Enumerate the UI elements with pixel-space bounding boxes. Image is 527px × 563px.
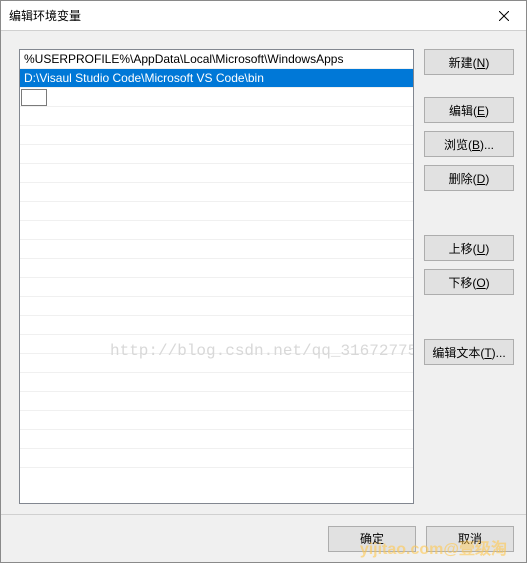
list-item-empty[interactable]: . bbox=[20, 202, 413, 221]
spacer bbox=[424, 303, 514, 331]
path-list[interactable]: %USERPROFILE%\AppData\Local\Microsoft\Wi… bbox=[19, 49, 414, 504]
edit-text-button[interactable]: 编辑文本(T)... bbox=[424, 339, 514, 365]
list-item-empty[interactable]: . bbox=[20, 183, 413, 202]
delete-button[interactable]: 删除(D) bbox=[424, 165, 514, 191]
list-item[interactable]: D:\Visaul Studio Code\Microsoft VS Code\… bbox=[20, 69, 413, 88]
delete-button-label: 删除(D) bbox=[449, 170, 490, 187]
list-item-empty[interactable]: . bbox=[20, 145, 413, 164]
list-item-empty[interactable]: . bbox=[20, 449, 413, 468]
browse-button-label: 浏览(B)... bbox=[444, 136, 494, 153]
list-item-empty[interactable]: . bbox=[20, 430, 413, 449]
list-item-empty[interactable]: . bbox=[20, 278, 413, 297]
list-item-empty[interactable]: . bbox=[20, 373, 413, 392]
footer: 确定 取消 bbox=[1, 514, 526, 562]
edit-button-label: 编辑(E) bbox=[449, 102, 489, 119]
edit-text-button-label: 编辑文本(T)... bbox=[432, 344, 505, 361]
window-title: 编辑环境变量 bbox=[9, 7, 81, 24]
list-item-empty[interactable]: . bbox=[20, 88, 413, 107]
content-area: %USERPROFILE%\AppData\Local\Microsoft\Wi… bbox=[1, 31, 526, 514]
spacer bbox=[424, 83, 514, 89]
close-button[interactable] bbox=[481, 1, 526, 31]
list-item-empty[interactable]: . bbox=[20, 316, 413, 335]
inline-edit-box[interactable] bbox=[21, 89, 47, 106]
close-icon bbox=[499, 11, 509, 21]
new-button[interactable]: 新建(N) bbox=[424, 49, 514, 75]
list-item[interactable]: %USERPROFILE%\AppData\Local\Microsoft\Wi… bbox=[20, 50, 413, 69]
move-down-button-label: 下移(O) bbox=[448, 274, 489, 291]
browse-button[interactable]: 浏览(B)... bbox=[424, 131, 514, 157]
list-item-empty[interactable]: . bbox=[20, 392, 413, 411]
list-item-empty[interactable]: . bbox=[20, 221, 413, 240]
button-column: 新建(N) 编辑(E) 浏览(B)... 删除(D) 上移(U) 下移(O) 编… bbox=[424, 49, 514, 504]
ok-button[interactable]: 确定 bbox=[328, 526, 416, 552]
list-item-empty[interactable]: . bbox=[20, 107, 413, 126]
list-item-empty[interactable]: . bbox=[20, 240, 413, 259]
titlebar: 编辑环境变量 bbox=[1, 1, 526, 31]
list-item-empty[interactable]: . bbox=[20, 126, 413, 145]
dialog-window: 编辑环境变量 %USERPROFILE%\AppData\Local\Micro… bbox=[0, 0, 527, 563]
new-button-label: 新建(N) bbox=[449, 54, 490, 71]
spacer bbox=[424, 199, 514, 227]
list-item-empty[interactable]: . bbox=[20, 164, 413, 183]
cancel-button[interactable]: 取消 bbox=[426, 526, 514, 552]
edit-button[interactable]: 编辑(E) bbox=[424, 97, 514, 123]
list-item-empty[interactable]: . bbox=[20, 297, 413, 316]
move-up-button[interactable]: 上移(U) bbox=[424, 235, 514, 261]
list-item-empty[interactable]: . bbox=[20, 411, 413, 430]
move-down-button[interactable]: 下移(O) bbox=[424, 269, 514, 295]
list-item-empty[interactable]: . bbox=[20, 354, 413, 373]
list-item-empty[interactable]: . bbox=[20, 335, 413, 354]
list-item-empty[interactable]: . bbox=[20, 259, 413, 278]
move-up-button-label: 上移(U) bbox=[449, 240, 490, 257]
